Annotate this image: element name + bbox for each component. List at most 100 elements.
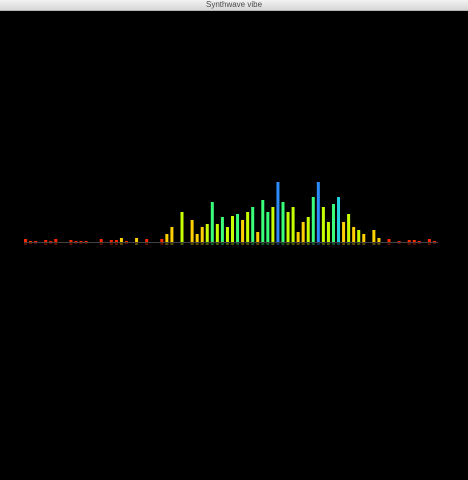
spectrum-bar-reflection [342,243,346,245]
spectrum-bar [291,207,295,242]
spectrum-bar [266,212,270,242]
app-window: Synthwave vibe [0,0,468,480]
spectrum-bar-reflection [49,243,53,244]
spectrum-bar-reflection [190,243,194,245]
spectrum-bar [180,212,184,242]
spectrum-bar-reflection [84,243,88,244]
spectrum-bar [99,239,103,242]
spectrum-bar-reflection [170,243,174,245]
spectrum-bar [24,239,27,242]
spectrum-bar [286,212,290,242]
spectrum-bar [236,214,240,242]
visualizer-canvas [0,11,468,480]
spectrum-bar-reflection [296,243,300,245]
spectrum-bar-reflection [180,243,184,245]
spectrum-bar [220,217,224,242]
spectrum-bar [377,238,381,242]
spectrum-bar-reflection [79,243,83,244]
spectrum-bar-reflection [377,243,381,245]
spectrum-bar [412,240,416,242]
spectrum-bar-reflection [427,243,431,245]
spectrum-bar [251,207,255,242]
spectrum-bar [84,241,88,242]
spectrum-bar-reflection [160,243,164,245]
spectrum-bar-reflection [417,243,421,244]
spectrum-bar [74,241,78,242]
spectrum-bar [170,227,174,242]
spectrum-bar [205,224,209,242]
spectrum-bar-reflection [246,243,250,245]
spectrum-bar-reflection [311,243,315,245]
spectrum-bar [44,240,48,242]
spectrum-bar [306,217,310,242]
spectrum-bar-reflection [54,243,58,245]
spectrum-bar-reflection [124,243,128,244]
spectrum-bar-reflection [337,243,341,245]
spectrum-bar-reflection [215,243,219,245]
spectrum-bar-reflection [251,243,255,245]
spectrum-bar-reflection [326,243,330,245]
spectrum-bar [372,230,376,242]
spectrum-bar-reflection [220,243,224,245]
spectrum-bar-reflection [210,243,214,245]
spectrum-bar-reflection [165,243,169,245]
spectrum-bar-reflection [74,243,78,244]
spectrum-bars-reflection [24,243,436,245]
spectrum-bar [342,222,346,242]
spectrum-bar [417,241,421,242]
spectrum-bar-reflection [301,243,305,245]
spectrum-bar-reflection [200,243,204,245]
spectrum-bar-reflection [357,243,361,245]
title-bar[interactable]: Synthwave vibe [0,0,468,11]
spectrum-bar-reflection [276,243,280,245]
spectrum-bar-reflection [387,243,391,245]
spectrum-bar [352,227,356,242]
spectrum-bar-reflection [407,243,411,245]
window-title: Synthwave vibe [205,0,263,9]
spectrum-bar-reflection [241,243,245,245]
spectrum-bar [215,224,219,242]
spectrum-bar [357,230,361,242]
spectrum-bar-reflection [362,243,366,245]
spectrum-bar [195,234,199,242]
spectrum-bar [271,207,275,242]
spectrum-bar-reflection [331,243,335,245]
spectrum-bar-reflection [412,243,416,245]
audio-spectrum-visualizer [24,182,438,245]
spectrum-bars-upper [24,182,436,242]
spectrum-bar-reflection [316,243,320,245]
spectrum-bar [326,222,330,242]
spectrum-bar-reflection [225,243,229,245]
spectrum-bar-reflection [321,243,325,245]
spectrum-bar [69,240,73,242]
spectrum-bar [34,241,38,242]
spectrum-bar-reflection [231,243,234,245]
spectrum-bar [54,239,58,242]
spectrum-bar [119,238,123,242]
spectrum-bar [231,216,234,242]
spectrum-bar [276,182,280,242]
spectrum-bar [160,239,164,242]
spectrum-bar [331,204,335,242]
spectrum-bar [241,220,245,242]
spectrum-bar-reflection [99,243,103,245]
spectrum-bar-reflection [266,243,270,245]
spectrum-bar-reflection [236,243,240,245]
spectrum-bar [281,202,285,242]
spectrum-bar [427,239,431,242]
spectrum-bar [29,241,33,242]
spectrum-bar-reflection [44,243,48,245]
spectrum-bar [397,241,401,242]
spectrum-bar [261,200,265,242]
spectrum-bar-reflection [24,243,27,245]
spectrum-bar-reflection [205,243,209,245]
spectrum-bar [79,241,83,242]
spectrum-bar-reflection [135,243,139,245]
spectrum-bar-reflection [291,243,295,245]
spectrum-bar [190,220,194,242]
spectrum-bar-reflection [271,243,275,245]
spectrum-bar-reflection [119,243,123,245]
spectrum-bar [337,197,341,242]
spectrum-bar [114,240,118,242]
spectrum-bar [109,240,113,242]
